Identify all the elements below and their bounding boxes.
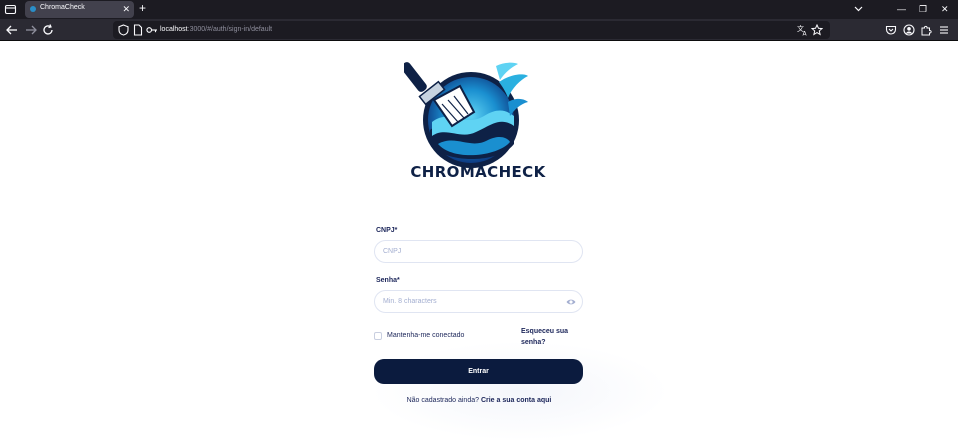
- cnpj-label: CNPJ*: [376, 227, 398, 234]
- browser-tab[interactable]: ChromaCheck ✕: [25, 1, 134, 18]
- signup-prompt: Não cadastrado ainda?: [406, 397, 479, 404]
- tab-close-icon[interactable]: ✕: [122, 3, 130, 15]
- remember-checkbox[interactable]: [374, 332, 382, 340]
- cnpj-placeholder: CNPJ: [383, 248, 402, 255]
- close-window-button[interactable]: ✕: [941, 1, 949, 17]
- back-icon[interactable]: [5, 23, 19, 37]
- url-text[interactable]: localhost:3000/#/auth/sign-in/default: [160, 26, 272, 33]
- brand-name: CHROMACHECK: [410, 163, 546, 181]
- signup-row: Não cadastrado ainda? Crie a sua conta a…: [340, 397, 618, 404]
- svg-text:A: A: [803, 31, 808, 37]
- signup-link[interactable]: Crie a sua conta aqui: [481, 397, 551, 404]
- account-icon[interactable]: [903, 24, 915, 36]
- tab-title: ChromaCheck: [40, 4, 85, 11]
- remember-label[interactable]: Mantenha-me conectado: [387, 332, 464, 339]
- password-label: Senha*: [376, 277, 400, 284]
- chevron-down-icon[interactable]: [853, 3, 864, 14]
- restore-button[interactable]: ❐: [919, 1, 927, 17]
- background-glow: [370, 341, 670, 441]
- shield-icon[interactable]: [118, 24, 129, 36]
- submit-button[interactable]: Entrar: [374, 359, 583, 384]
- reload-icon[interactable]: [41, 23, 55, 37]
- chromacheck-logo: [404, 62, 528, 168]
- key-icon[interactable]: [146, 25, 158, 35]
- new-tab-button[interactable]: +: [139, 1, 146, 16]
- favicon-icon: [30, 6, 36, 12]
- menu-icon[interactable]: [938, 24, 950, 36]
- tab-bar: ChromaCheck ✕ + — ❐ ✕: [0, 0, 958, 19]
- url-host: localhost: [160, 26, 188, 33]
- cnpj-input[interactable]: CNPJ: [374, 240, 583, 263]
- eye-icon[interactable]: [566, 297, 576, 307]
- star-icon[interactable]: [811, 24, 823, 36]
- extensions-icon[interactable]: [920, 24, 932, 36]
- translate-icon[interactable]: 文 A: [797, 24, 809, 36]
- pocket-icon[interactable]: [885, 24, 897, 36]
- password-input[interactable]: Min. 8 characters: [374, 290, 583, 313]
- page-icon[interactable]: [133, 24, 143, 36]
- password-placeholder: Min. 8 characters: [383, 298, 437, 305]
- minimize-button[interactable]: —: [897, 1, 906, 17]
- forgot-password-link[interactable]: Esqueceu sua senha?: [521, 326, 581, 348]
- list-all-tabs-icon[interactable]: [4, 3, 17, 16]
- forward-icon[interactable]: [24, 23, 38, 37]
- url-path: :3000/#/auth/sign-in/default: [187, 26, 273, 33]
